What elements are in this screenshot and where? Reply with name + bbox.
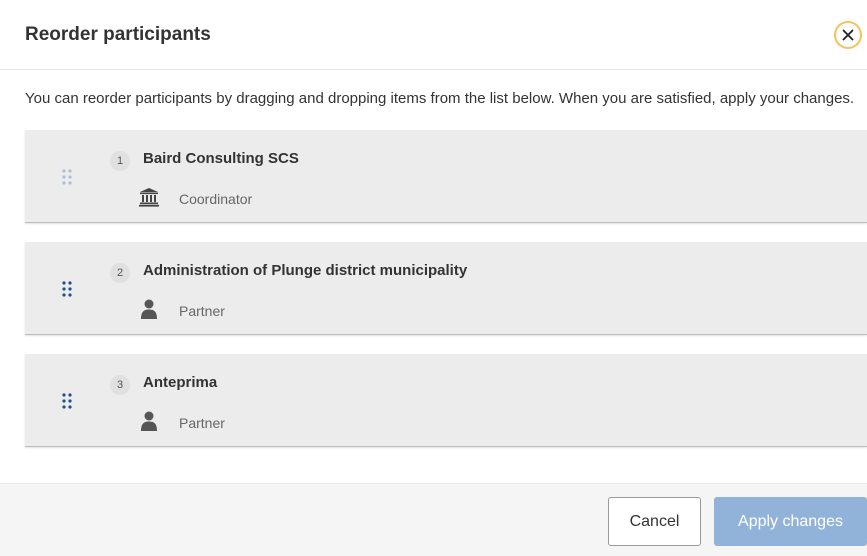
participant-number: 3 — [110, 375, 130, 395]
participant-number: 1 — [110, 151, 130, 171]
participant-number: 2 — [110, 263, 130, 283]
participant-role: Coordinator — [179, 191, 253, 207]
cancel-button[interactable]: Cancel — [608, 497, 701, 546]
drag-handle-icon[interactable] — [61, 392, 73, 410]
participant-name: Anteprima — [143, 374, 218, 391]
apply-changes-button[interactable]: Apply changes — [714, 497, 867, 546]
user-icon — [139, 299, 159, 319]
participant-role: Partner — [179, 303, 225, 319]
intro-text: You can reorder participants by dragging… — [25, 90, 855, 107]
dialog-footer: Cancel Apply changes — [0, 483, 867, 556]
participant-card[interactable]: 3 Anteprima Partner — [25, 354, 867, 447]
institution-icon — [139, 187, 159, 207]
user-icon — [139, 411, 159, 431]
participant-card[interactable]: 2 Administration of Plunge district muni… — [25, 242, 867, 335]
participant-role: Partner — [179, 415, 225, 431]
drag-handle-icon[interactable] — [61, 280, 73, 298]
participant-name: Baird Consulting SCS — [143, 150, 299, 167]
reorder-participants-dialog: Reorder participants You can reorder par… — [0, 0, 867, 556]
dialog-title: Reorder participants — [25, 24, 211, 45]
close-icon — [842, 29, 854, 41]
participant-name: Administration of Plunge district munici… — [143, 262, 468, 279]
participant-card[interactable]: 1 Baird Consulting SCS Coordinator — [25, 130, 867, 223]
drag-handle-icon[interactable] — [61, 168, 73, 186]
dialog-header: Reorder participants — [0, 0, 867, 70]
close-button[interactable] — [834, 21, 862, 49]
